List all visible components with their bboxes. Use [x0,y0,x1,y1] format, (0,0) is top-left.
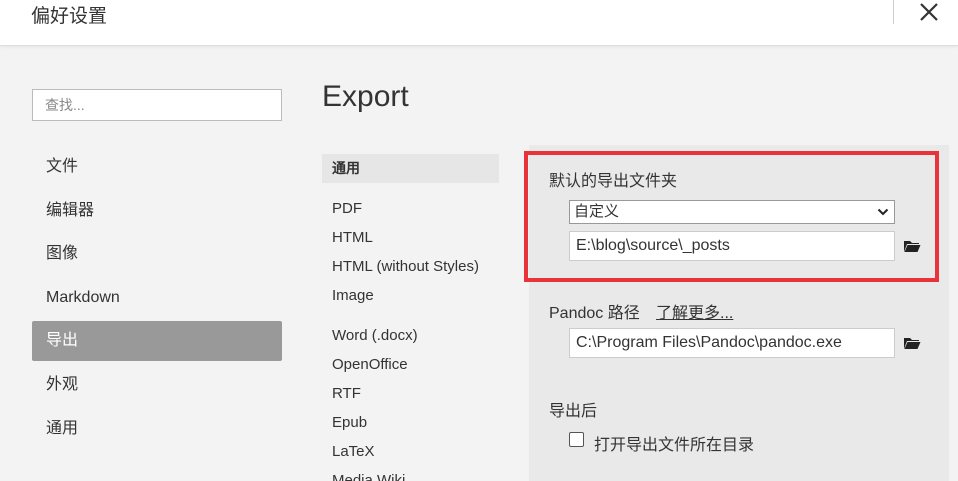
close-button[interactable] [914,0,944,26]
export-type-item[interactable]: HTML (without Styles) [322,252,499,281]
close-icon [920,3,938,21]
export-type-item[interactable]: Media Wiki [322,466,499,481]
export-type-item[interactable]: LaTeX [322,437,499,466]
export-type-list: 通用 PDF HTML HTML (without Styles) Image … [322,154,499,481]
export-type-item[interactable]: Word (.docx) [322,321,499,350]
export-type-item[interactable]: RTF [322,379,499,408]
export-type-item[interactable]: Image [322,281,499,310]
export-type-item[interactable]: OpenOffice [322,350,499,379]
sidebar-item-image[interactable]: 图像 [32,232,282,276]
page-title: Export [322,80,409,113]
sidebar-item-appearance[interactable]: 外观 [32,363,282,407]
pandoc-path-input[interactable]: C:\Program Files\Pandoc\pandoc.exe [569,328,895,358]
export-type-item[interactable]: HTML [322,223,499,252]
after-export-label: 导出后 [549,403,598,420]
export-type-item[interactable]: PDF [322,194,499,223]
title-bar-divider [893,0,894,24]
open-folder-label[interactable]: 打开导出文件所在目录 [594,431,754,455]
highlight-box [524,151,939,282]
folder-icon[interactable] [903,336,921,350]
export-type-general[interactable]: 通用 [322,154,499,183]
title-bar: 偏好设置 [0,0,958,46]
sidebar-item-editor[interactable]: 编辑器 [32,189,282,233]
sidebar-item-file[interactable]: 文件 [32,145,282,189]
pandoc-path-label: Pandoc 路径 [549,305,640,322]
export-type-gap [322,310,499,321]
search-input[interactable] [32,89,282,121]
sidebar-nav: 文件 编辑器 图像 Markdown 导出 外观 通用 [32,145,282,451]
window-title: 偏好设置 [31,6,108,27]
open-folder-checkbox[interactable] [569,432,584,447]
export-type-item[interactable]: Epub [322,408,499,437]
sidebar-item-markdown[interactable]: Markdown [32,276,282,320]
sidebar-item-general[interactable]: 通用 [32,407,282,451]
learn-more-link[interactable]: 了解更多... [656,299,733,323]
sidebar-item-export[interactable]: 导出 [32,321,282,362]
